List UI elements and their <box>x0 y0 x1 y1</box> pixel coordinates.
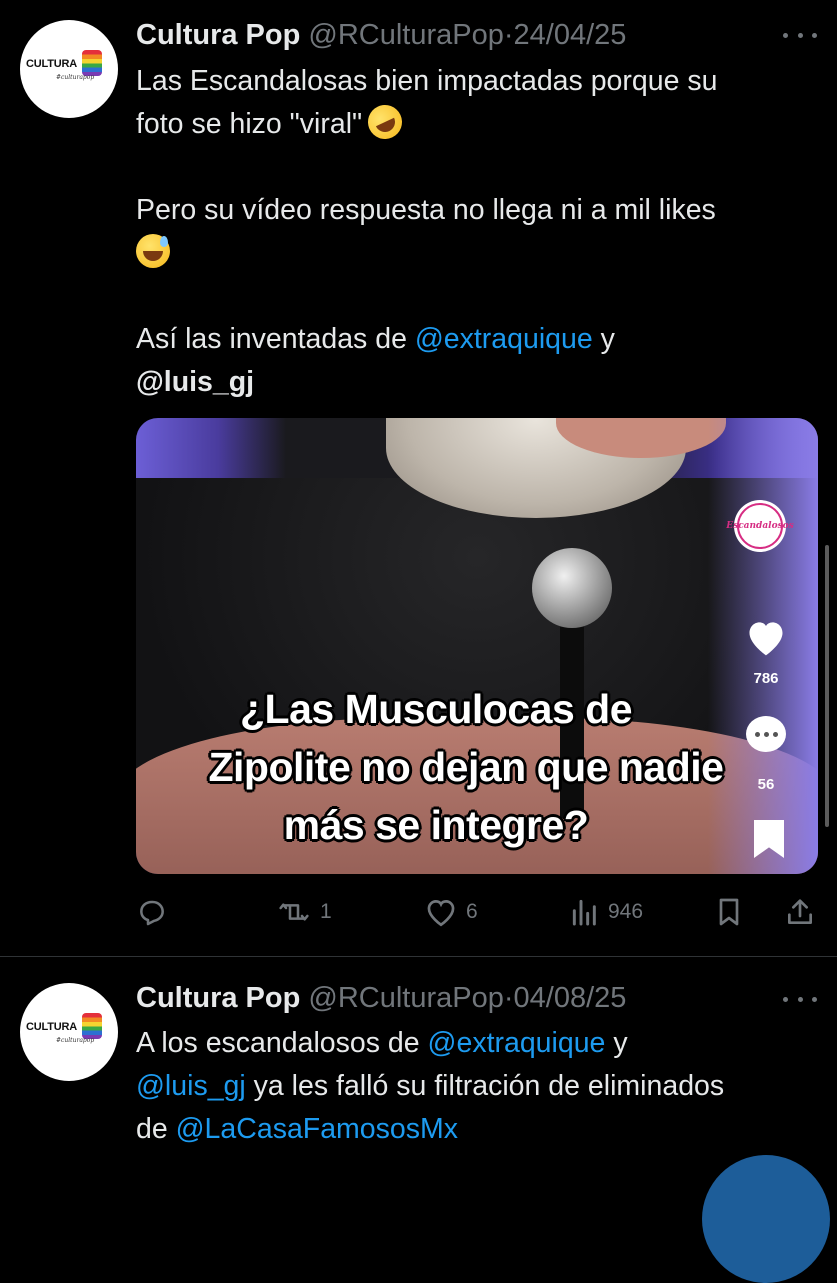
separator-dot: · <box>503 19 514 51</box>
tweet-actions: 1 6 946 <box>0 896 837 930</box>
more-options-icon[interactable] <box>783 30 817 40</box>
microphone-icon <box>532 548 612 628</box>
text-line: @luis_gj <box>136 361 816 404</box>
tweet-text: Las Escandalosas bien impactadas porque … <box>136 60 816 404</box>
tweet-header: Cultura Pop @RCulturaPop·04/08/25 <box>136 981 626 1015</box>
reply-icon <box>140 900 164 926</box>
video-caption: ¿Las Musculocas de Zipolite no dejan que… <box>136 680 736 854</box>
text-line: A los escandalosos de @extraquique y <box>136 1022 816 1065</box>
avatar-logo-flag <box>82 50 102 76</box>
avatar-logo-text: CULTURA <box>26 58 77 70</box>
text-fragment: y <box>605 1027 628 1059</box>
views-chart-icon <box>572 899 596 926</box>
caption-line: más se integre? <box>283 802 589 848</box>
retweet-button[interactable]: 1 <box>276 896 332 928</box>
more-options-icon[interactable] <box>783 994 817 1004</box>
text-line: de @LaCasaFamososMx <box>136 1108 816 1151</box>
avatar-logo-sub: #culturapop <box>56 74 95 81</box>
heart-icon <box>749 622 783 656</box>
like-count: 6 <box>466 900 478 923</box>
share-button[interactable] <box>784 896 816 928</box>
like-button[interactable]: 6 <box>424 896 478 928</box>
author-name[interactable]: Cultura Pop <box>136 19 300 51</box>
text-fragment: Así las inventadas de <box>136 323 415 355</box>
text-fragment: A los escandalosos de <box>136 1027 428 1059</box>
retweet-icon <box>279 903 309 921</box>
tweet-date[interactable]: 24/04/25 <box>514 19 627 51</box>
author-handle[interactable]: @RCulturaPop <box>308 982 503 1014</box>
heart-icon <box>427 900 455 927</box>
text-fragment: ya les falló su filtración de eliminados <box>245 1070 725 1102</box>
retweet-count: 1 <box>320 900 332 923</box>
text-line: Las Escandalosas bien impactadas porque … <box>136 65 718 97</box>
avatar-logo-text: CULTURA <box>26 1021 77 1033</box>
video-thumbnail[interactable]: Escandalosos 786 56 ¿Las Musculocas de Z… <box>136 418 818 874</box>
text-fragment: de <box>136 1113 176 1145</box>
caption-line: Zipolite no dejan que nadie <box>208 744 724 790</box>
bookmark-button[interactable] <box>714 896 744 928</box>
text-fragment: foto se hizo "viral" <box>136 108 363 140</box>
profile-badge-icon: Escandalosos <box>726 500 794 552</box>
mention-link[interactable]: @extraquique <box>415 323 593 355</box>
grinning-sweat-emoji <box>136 234 170 268</box>
views-button[interactable]: 946 <box>570 896 643 928</box>
text-line: @luis_gj ya les falló su filtración de e… <box>136 1065 816 1108</box>
tweet-1[interactable]: CULTURA #culturapop Cultura Pop @RCultur… <box>0 0 837 956</box>
text-line <box>136 232 816 275</box>
mention-link[interactable]: @LaCasaFamososMx <box>176 1113 458 1145</box>
separator-dot: · <box>503 982 514 1014</box>
tweet-text: A los escandalosos de @extraquique y @lu… <box>136 1022 816 1151</box>
caption-line: ¿Las Musculocas de <box>239 686 633 732</box>
author-name[interactable]: Cultura Pop <box>136 982 300 1014</box>
badge-text: Escandalosos <box>726 503 794 549</box>
mention-link[interactable]: @luis_gj <box>136 366 254 398</box>
mention-link[interactable]: @luis_gj <box>136 1070 246 1102</box>
bookmark-icon <box>719 898 739 926</box>
scrollbar[interactable] <box>825 545 829 827</box>
text-line: Pero su vídeo respuesta no llega ni a mi… <box>136 194 716 226</box>
tweet-2[interactable]: CULTURA #culturapop Cultura Pop @RCultur… <box>0 957 837 1200</box>
avatar-logo-sub: #culturapop <box>56 1037 95 1044</box>
share-icon <box>788 899 812 924</box>
text-fragment: y <box>592 323 615 355</box>
tweet-header: Cultura Pop @RCulturaPop·24/04/25 <box>136 18 626 52</box>
views-count: 946 <box>608 900 644 923</box>
comment-bubble-icon <box>746 716 786 752</box>
comments-count: 56 <box>757 776 775 793</box>
reply-button[interactable] <box>136 896 168 928</box>
mention-link[interactable]: @extraquique <box>428 1027 606 1059</box>
avatar[interactable]: CULTURA #culturapop <box>20 983 118 1081</box>
compose-button[interactable] <box>702 1155 830 1283</box>
avatar[interactable]: CULTURA #culturapop <box>20 20 118 118</box>
avatar-logo-flag <box>82 1013 102 1039</box>
rolling-on-floor-laughing-emoji <box>362 99 408 145</box>
tweet-date[interactable]: 04/08/25 <box>514 982 627 1014</box>
text-line: Así las inventadas de @extraquique y <box>136 318 816 361</box>
author-handle[interactable]: @RCulturaPop <box>308 19 503 51</box>
text-line: foto se hizo "viral" <box>136 99 816 146</box>
likes-count: 786 <box>753 670 779 687</box>
